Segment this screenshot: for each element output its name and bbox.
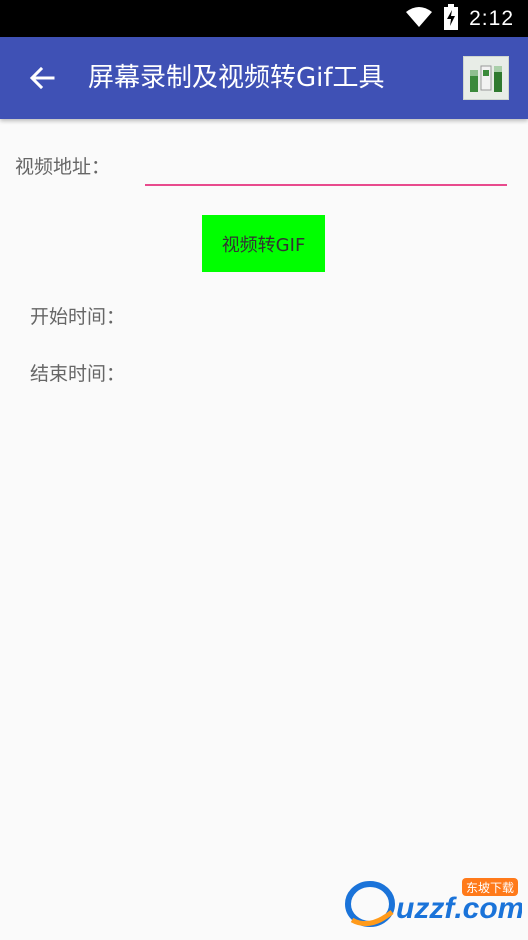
status-time: 2:12	[469, 6, 514, 30]
svg-text:东坡下载: 东坡下载	[466, 881, 514, 895]
page-title: 屏幕录制及视频转Gif工具	[88, 63, 385, 93]
app-icon-button[interactable]	[463, 56, 509, 100]
watermark-logo: uzzf.com 东坡下载	[344, 876, 524, 928]
battery-charging-icon	[443, 3, 459, 34]
status-bar: 2:12	[0, 0, 528, 37]
wifi-icon	[405, 6, 433, 32]
video-url-label: 视频地址：	[15, 156, 111, 178]
end-time-label: 结束时间：	[30, 363, 126, 385]
status-icons: 2:12	[405, 0, 514, 37]
start-time-label: 开始时间：	[30, 306, 126, 328]
app-bar: 屏幕录制及视频转Gif工具	[0, 37, 528, 119]
convert-to-gif-button[interactable]: 视频转GIF	[202, 215, 325, 272]
back-button[interactable]	[24, 60, 60, 96]
arrow-left-icon	[29, 66, 55, 90]
svg-text:uzzf.com: uzzf.com	[396, 892, 522, 925]
video-url-input[interactable]	[145, 150, 507, 186]
app-icon	[470, 65, 502, 92]
